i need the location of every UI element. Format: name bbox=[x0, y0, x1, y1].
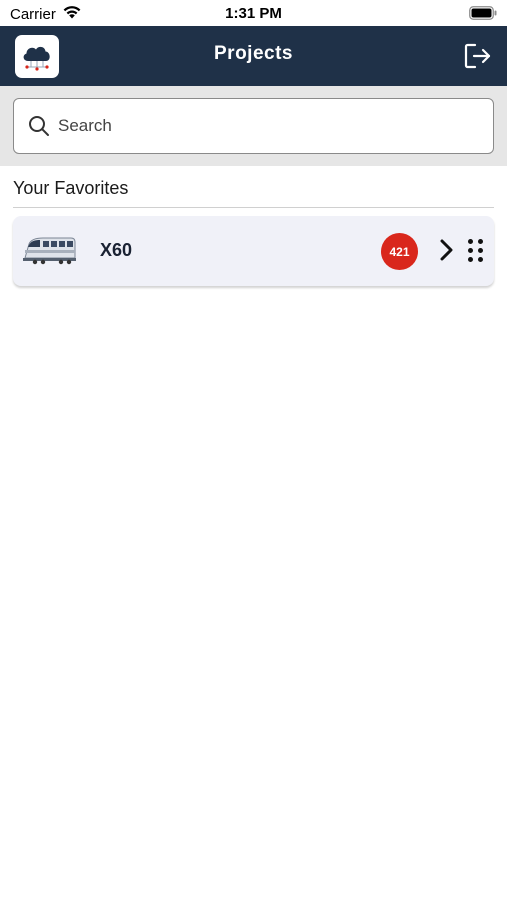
search-box[interactable] bbox=[13, 98, 494, 154]
favorite-project-card[interactable]: X60 421 bbox=[13, 216, 494, 286]
logout-icon bbox=[464, 43, 491, 69]
train-icon bbox=[21, 232, 77, 266]
status-time: 1:31 PM bbox=[225, 5, 282, 22]
notification-count-badge: 421 bbox=[381, 233, 418, 270]
navigation-bar: Projects bbox=[0, 26, 507, 86]
chevron-right-icon[interactable] bbox=[439, 238, 455, 262]
logout-button[interactable] bbox=[463, 42, 493, 70]
search-icon bbox=[28, 115, 50, 137]
drag-handle-icon[interactable] bbox=[468, 239, 484, 263]
search-area bbox=[0, 86, 507, 166]
battery-icon bbox=[469, 6, 497, 25]
search-input[interactable] bbox=[58, 116, 458, 136]
section-title: Your Favorites bbox=[13, 178, 129, 198]
status-bar: Carrier 1:31 PM bbox=[0, 0, 507, 26]
project-name: X60 bbox=[100, 240, 133, 260]
favorites-section-header: Your Favorites bbox=[13, 178, 494, 208]
page-title: Projects bbox=[214, 43, 293, 64]
